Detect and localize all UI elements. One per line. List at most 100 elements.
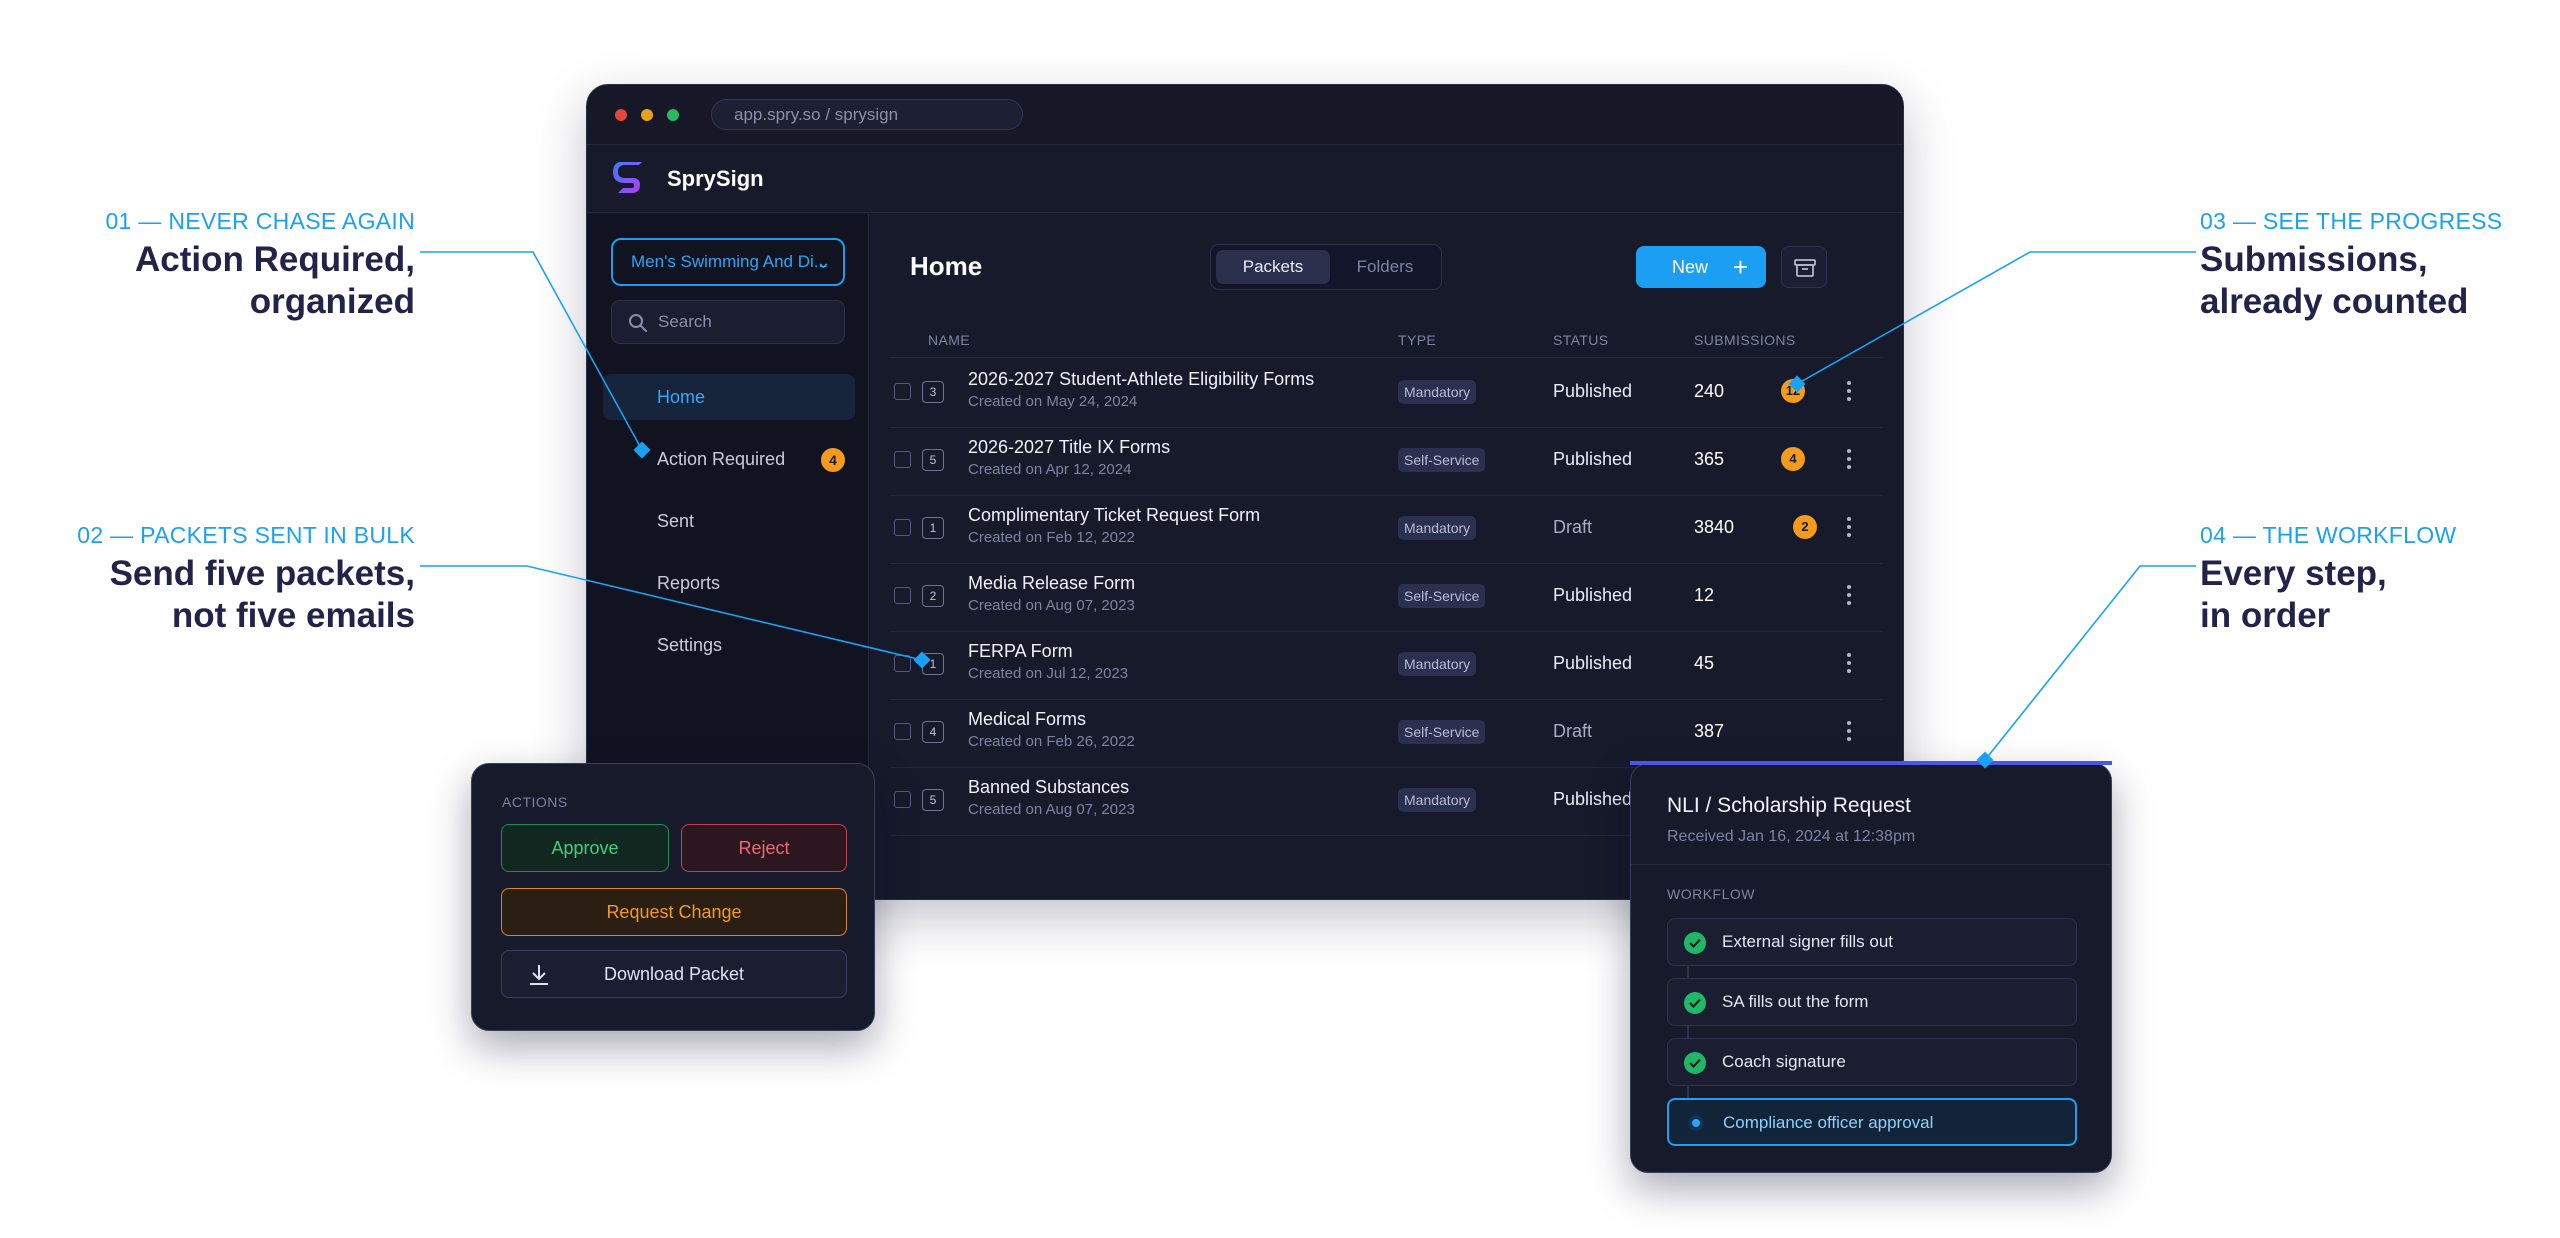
check-circle-icon [1684,932,1706,954]
minimize-window-dot[interactable] [641,109,653,121]
packet-name[interactable]: Complimentary Ticket Request Form [968,505,1260,526]
packet-form-count: 1 [922,653,944,675]
callout-workflow: 04 — THE WORKFLOW Every step, in order [2200,522,2456,637]
sidebar-item-settings[interactable]: Settings [603,622,855,668]
callout-kicker: 04 — THE WORKFLOW [2200,522,2457,548]
workflow-step[interactable]: SA fills out the form [1667,978,2077,1026]
row-checkbox[interactable] [894,519,911,536]
table-row[interactable]: 3 2026-2027 Student-Athlete Eligibility F… [890,360,1883,428]
sidebar-item-label: Settings [657,635,723,655]
table-row[interactable]: 1 FERPA Form Created on Jul 12, 2023 Mandat… [890,632,1883,700]
column-header-submissions[interactable]: SUBMISSIONS [1694,332,1796,348]
workflow-received: Received Jan 16, 2024 at 12:38pm [1667,828,1916,845]
submission-count: 45 [1694,653,1715,673]
packet-status: Published [1553,449,1633,469]
submission-count: 365 [1694,449,1725,469]
action-required-count-badge: 4 [821,448,845,472]
workflow-step[interactable]: Coach signature [1667,1038,2077,1086]
packet-type-badge: Self-Service [1398,720,1486,744]
sidebar-item-action-required[interactable]: Action Required 4 [603,436,855,482]
packet-type-badge: Mandatory [1398,516,1477,540]
workflow-step[interactable]: External signer fills out [1667,918,2077,966]
row-checkbox[interactable] [894,451,911,468]
search-input[interactable] [658,301,838,343]
packet-created-date: Created on Jul 12, 2023 [968,665,1129,682]
callout-headline-line: Action Required, [134,240,415,279]
packet-created-date: Created on Feb 12, 2022 [968,529,1135,546]
pending-submissions-badge: 4 [1781,447,1805,471]
callout-progress: 03 — SEE THE PROGRESS Submissions, alrea… [2200,208,2502,323]
workflow-label: WORKFLOW [1667,886,1755,902]
packet-created-date: Created on Feb 26, 2022 [968,733,1135,750]
table-row[interactable]: 4 Medical Forms Created on Feb 26, 2022 Sel… [890,700,1883,768]
packet-type-badge: Self-Service [1398,584,1486,608]
packet-name[interactable]: Media Release Form [968,573,1135,594]
callout-headline-line: not five emails [171,596,415,635]
new-button[interactable]: New + [1636,246,1766,288]
table-row[interactable]: 5 2026-2027 Title IX Forms Created on Apr … [890,428,1883,496]
request-change-button[interactable]: Request Change [501,888,847,936]
packet-name[interactable]: 2026-2027 Student-Athlete Eligibility Fo… [968,369,1314,390]
table-row[interactable]: 2 Media Release Form Created on Aug 07, 20… [890,564,1883,632]
workflow-panel: NLI / Scholarship Request Received Jan 1… [1630,763,2112,1173]
packet-type-badge: Mandatory [1398,788,1477,812]
more-options-icon[interactable] [1844,719,1854,745]
workflow-step[interactable]: Compliance officer approval [1667,1098,2077,1146]
approve-button[interactable]: Approve [501,824,669,872]
team-select[interactable]: Men's Swimming And Di... ⌄ [611,238,845,286]
more-options-icon[interactable] [1844,515,1854,541]
callout-kicker: 03 — SEE THE PROGRESS [2200,208,2503,234]
reject-button[interactable]: Reject [681,824,847,872]
column-header-status[interactable]: STATUS [1553,332,1609,348]
url-bar[interactable]: app.spry.so / sprysign [711,99,1023,130]
row-checkbox[interactable] [894,383,911,400]
more-options-icon[interactable] [1844,379,1854,405]
maximize-window-dot[interactable] [667,109,679,121]
tab-folders[interactable]: Folders [1333,250,1437,284]
sidebar-item-reports[interactable]: Reports [603,560,855,606]
callout-headline-line: organized [249,282,415,321]
packet-name[interactable]: 2026-2027 Title IX Forms [968,437,1170,458]
packet-form-count: 5 [922,449,944,471]
archive-icon [1794,259,1816,277]
row-checkbox[interactable] [894,723,911,740]
packet-form-count: 1 [922,517,944,539]
pending-submissions-badge: 12 [1781,379,1805,403]
check-circle-icon [1684,992,1706,1014]
packet-type-badge: Self-Service [1398,448,1486,472]
new-button-label: New [1672,257,1709,277]
column-header-name[interactable]: NAME [928,332,970,348]
download-packet-button[interactable]: Download Packet [501,950,847,998]
actions-label: ACTIONS [502,794,568,810]
row-checkbox[interactable] [894,791,911,808]
download-icon [530,965,548,985]
packet-form-count: 4 [922,721,944,743]
tab-packets[interactable]: Packets [1216,250,1330,284]
team-select-value: Men's Swimming And Di... [631,252,828,271]
callout-headline: Every step, in order [2200,553,2456,637]
workflow-divider [1631,864,2111,865]
more-options-icon[interactable] [1844,583,1854,609]
packet-status: Draft [1553,721,1593,741]
callout-packets-bulk: 02 — PACKETS SENT IN BULK Send five pack… [77,522,415,637]
sidebar-item-home[interactable]: Home [603,374,855,420]
packet-name[interactable]: Banned Substances [968,777,1129,798]
page-title: Home [910,251,983,281]
packet-name[interactable]: Medical Forms [968,709,1086,730]
table-row[interactable]: 1 Complimentary Ticket Request Form Create… [890,496,1883,564]
column-header-type[interactable]: TYPE [1398,332,1436,348]
callout-headline-line: in order [2200,596,2331,635]
packet-name[interactable]: FERPA Form [968,641,1073,662]
more-options-icon[interactable] [1844,651,1854,677]
sidebar-item-sent[interactable]: Sent [603,498,855,544]
callout-headline: Submissions, already counted [2200,239,2502,323]
row-checkbox[interactable] [894,655,911,672]
callout-headline-line: Every step, [2200,554,2387,593]
archive-button[interactable] [1781,246,1827,288]
close-window-dot[interactable] [615,109,627,121]
packet-created-date: Created on May 24, 2024 [968,393,1138,410]
sidebar-item-label: Reports [657,573,721,593]
callout-headline: Send five packets, not five emails [77,553,415,637]
more-options-icon[interactable] [1844,447,1854,473]
row-checkbox[interactable] [894,587,911,604]
